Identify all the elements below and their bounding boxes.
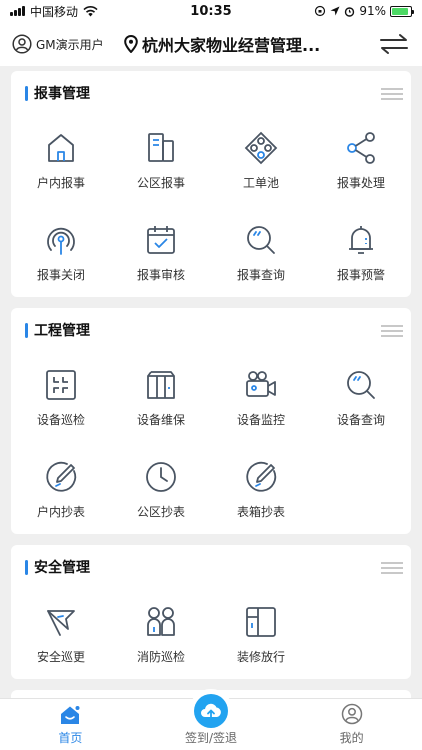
module-label: 设备维保: [136, 413, 185, 427]
module-equipment-maintenance[interactable]: 设备维保: [111, 352, 211, 444]
carrier-label: 中国移动: [30, 4, 79, 19]
module-label: 安全巡更: [36, 650, 85, 664]
cell-signal-icon: [10, 6, 25, 16]
map-pin-icon: [124, 35, 138, 53]
tab-label: 我的: [339, 731, 364, 745]
section-safety-management: 安全管理 安全巡更 消防巡检 装修放行: [11, 545, 411, 679]
location-arrow-icon: [330, 6, 340, 16]
module-label: 装修放行: [236, 650, 285, 664]
video-camera-icon: [246, 371, 276, 397]
floor-plan-icon: [246, 607, 276, 637]
module-report-review[interactable]: 报事审核: [111, 207, 211, 299]
section-engineering-management: 工程管理 设备巡检 设备维保 设备监控 设备查询 户内抄表 公区抄表 表箱抄表: [11, 308, 411, 534]
calendar-check-icon: [147, 226, 175, 254]
module-indoor-report[interactable]: 户内报事: [11, 115, 111, 207]
module-label: 报事查询: [236, 268, 285, 282]
module-label: 设备巡检: [36, 413, 85, 427]
people-icon: [147, 607, 175, 636]
location-selector[interactable]: 杭州大家物业经营管理...: [124, 32, 360, 56]
clock-icon: [146, 462, 176, 492]
swap-arrows-icon: [380, 34, 408, 54]
module-label: 公区抄表: [136, 505, 185, 519]
module-list[interactable]: 报事管理 户内报事 公区报事 工单池 报事处理 报事关闭 报事审核 报事查询 报…: [0, 66, 422, 698]
tab-home[interactable]: 首页: [0, 699, 141, 750]
bell-icon: [349, 226, 373, 254]
module-report-warning[interactable]: 报事预警: [311, 207, 411, 299]
person-icon: [341, 703, 362, 725]
tab-label: 首页: [58, 731, 83, 745]
bottom-tab-bar: 首页 签到/签退 我的: [0, 689, 422, 750]
magnifier-icon: [247, 226, 275, 254]
module-report-close[interactable]: 报事关闭: [11, 207, 111, 299]
module-fire-inspection[interactable]: 消防巡检: [111, 589, 211, 681]
magnifier-icon: [347, 371, 375, 399]
alarm-icon: [345, 6, 355, 17]
pencil-circle-icon: [46, 461, 77, 492]
module-work-order-pool[interactable]: 工单池: [211, 115, 311, 207]
section-report-management: 报事管理 户内报事 公区报事 工单池 报事处理 报事关闭 报事审核 报事查询 报…: [11, 71, 411, 297]
module-report-query[interactable]: 报事查询: [211, 207, 311, 299]
cabinet-icon: [147, 371, 175, 399]
scan-frame-icon: [46, 370, 76, 400]
pencil-circle-icon: [246, 461, 277, 492]
user-name: GM演示用户: [36, 37, 104, 52]
module-label: 消防巡检: [136, 650, 185, 664]
module-label: 公区报事: [136, 176, 185, 190]
app-header: GM演示用户 杭州大家物业经营管理...: [0, 22, 422, 66]
module-label: 报事预警: [336, 268, 385, 282]
module-label: 户内抄表: [36, 505, 85, 519]
section-title: 安全管理: [34, 560, 90, 576]
module-label: 报事审核: [136, 268, 185, 282]
module-equipment-query[interactable]: 设备查询: [311, 352, 411, 444]
status-time: 10:35: [190, 3, 232, 19]
flag-icon: [47, 610, 75, 636]
module-indoor-meter[interactable]: 户内抄表: [11, 444, 111, 536]
checkin-button[interactable]: [189, 689, 233, 733]
module-report-handling[interactable]: 报事处理: [311, 115, 411, 207]
section-menu-icon[interactable]: [381, 562, 403, 574]
module-equipment-monitoring[interactable]: 设备监控: [211, 352, 311, 444]
section-title: 报事管理: [34, 86, 90, 102]
module-label: 户内报事: [36, 176, 85, 190]
module-security-patrol[interactable]: 安全巡更: [11, 589, 111, 681]
network-diamond-icon: [244, 131, 278, 165]
battery-percent: 91%: [359, 4, 386, 18]
section-marker: [25, 322, 28, 338]
user-profile[interactable]: GM演示用户: [12, 34, 124, 54]
orientation-lock-icon: [315, 5, 326, 17]
module-equipment-inspection[interactable]: 设备巡检: [11, 352, 111, 444]
module-label: 报事处理: [336, 176, 385, 190]
switch-project-button[interactable]: [378, 33, 410, 55]
section-menu-icon[interactable]: [381, 325, 403, 337]
share-nodes-icon: [347, 132, 375, 164]
tab-mine[interactable]: 我的: [281, 699, 422, 750]
module-label: 表箱抄表: [236, 505, 285, 519]
section-title: 工程管理: [34, 323, 90, 339]
user-circle-icon: [12, 34, 32, 54]
module-label: 报事关闭: [36, 268, 85, 282]
module-public-meter[interactable]: 公区抄表: [111, 444, 211, 536]
signal-beacon-icon: [47, 227, 75, 255]
module-label: 设备查询: [336, 413, 385, 427]
section-menu-icon[interactable]: [381, 88, 403, 100]
module-label: 工单池: [242, 176, 279, 190]
home-tab-icon: [61, 706, 80, 724]
module-renovation-release[interactable]: 装修放行: [211, 589, 311, 681]
module-label: 设备监控: [236, 413, 285, 427]
building-icon: [148, 133, 174, 162]
battery-icon: [390, 5, 414, 17]
module-meter-box[interactable]: 表箱抄表: [211, 444, 311, 536]
status-bar: 中国移动 10:35 91%: [0, 0, 422, 22]
cloud-upload-icon: [201, 703, 221, 720]
section-marker: [25, 85, 28, 101]
module-public-report[interactable]: 公区报事: [111, 115, 211, 207]
tab-checkin[interactable]: 签到/签退: [141, 689, 282, 750]
location-name: 杭州大家物业经营管理...: [142, 36, 321, 55]
section-marker: [25, 559, 28, 575]
house-icon: [48, 134, 74, 162]
wifi-icon: [83, 5, 98, 16]
